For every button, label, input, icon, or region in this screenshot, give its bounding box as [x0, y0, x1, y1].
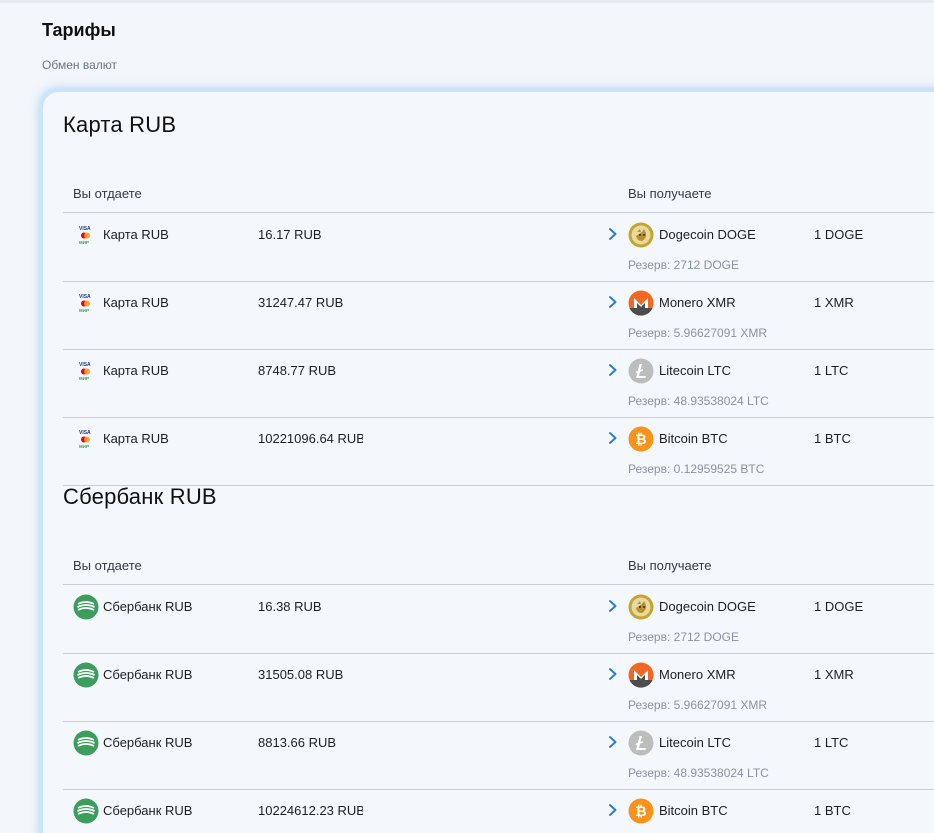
page-title: Тарифы — [42, 20, 116, 40]
reserve-text: Резерв: 48.93538024 LTC — [628, 394, 769, 408]
svg-text:VISA: VISA — [79, 430, 91, 436]
chevron-right-icon[interactable] — [607, 599, 619, 613]
source-amount: 16.17 RUB — [258, 227, 322, 242]
chevron-right-icon[interactable] — [607, 227, 619, 241]
source-amount: 10224612.23 RUB — [258, 803, 363, 818]
source-name: Сбербанк RUB — [103, 735, 193, 750]
reserve-text: Резерв: 0.12959525 BTC — [628, 462, 765, 476]
visa-mastercard-mir-icon: VISA МИР — [77, 224, 95, 248]
source-amount: 10221096.64 RUB — [258, 431, 363, 446]
litecoin-icon — [628, 358, 654, 384]
source-amount: 31505.08 RUB — [258, 667, 344, 682]
chevron-right-icon[interactable] — [607, 363, 619, 377]
svg-text:МИР: МИР — [79, 444, 89, 449]
exchange-row[interactable]: VISA МИР Карта RUB 10221096.64 RUB ₿ Bitcoin … — [63, 418, 934, 486]
target-coin-name: Bitcoin BTC — [659, 803, 728, 818]
monero-icon — [628, 662, 654, 688]
chevron-right-icon[interactable] — [607, 803, 619, 817]
chevron-right-icon[interactable] — [607, 431, 619, 445]
bitcoin-icon: ₿ — [628, 798, 654, 824]
target-coin-amount: 1 BTC — [814, 803, 851, 818]
chevron-right-icon[interactable] — [607, 667, 619, 681]
monero-icon — [628, 290, 654, 316]
source-name: Карта RUB — [103, 295, 169, 310]
exchange-row[interactable]: VISA МИР Карта RUB 8748.77 RUB Litecoin LTC 1… — [63, 350, 934, 418]
page-subtitle: Обмен валют — [42, 58, 117, 72]
dogecoin-icon — [628, 222, 654, 248]
exchange-row[interactable]: Сбербанк RUB 16.38 RUB Dogecoin DOGE 1 DOGE… — [63, 586, 934, 654]
svg-text:VISA: VISA — [79, 294, 91, 300]
sberbank-icon — [73, 730, 99, 756]
sberbank-icon — [73, 662, 99, 688]
source-amount: 8748.77 RUB — [258, 363, 337, 378]
tariffs-card: Карта RUB Вы отдаете Вы получаете VISA МИР Ка… — [43, 92, 934, 833]
reserve-text: Резерв: 2712 DOGE — [628, 258, 740, 272]
source-name: Карта RUB — [103, 431, 169, 446]
reserve-text: Резерв: 5.96627091 XMR — [628, 326, 768, 340]
svg-text:VISA: VISA — [79, 226, 91, 232]
target-coin-amount: 1 DOGE — [814, 227, 864, 242]
svg-text:₿: ₿ — [635, 431, 646, 447]
section-title: Карта RUB — [63, 112, 177, 137]
chevron-right-icon[interactable] — [607, 735, 619, 749]
dogecoin-icon — [628, 594, 654, 620]
target-coin-amount: 1 XMR — [814, 667, 854, 682]
source-name: Карта RUB — [103, 227, 169, 242]
svg-text:VISA: VISA — [79, 362, 91, 368]
visa-mastercard-mir-icon: VISA МИР — [77, 360, 95, 384]
visa-mastercard-mir-icon: VISA МИР — [77, 428, 95, 452]
sberbank-icon — [73, 594, 99, 620]
source-name: Сбербанк RUB — [103, 667, 193, 682]
top-border — [0, 0, 934, 3]
source-name: Сбербанк RUB — [103, 599, 193, 614]
target-coin-amount: 1 DOGE — [814, 599, 864, 614]
header-get: Вы получаете — [628, 186, 712, 201]
exchange-row[interactable]: Сбербанк RUB 10224612.23 RUB ₿ Bitcoin BTC 1… — [63, 790, 934, 833]
target-coin-name: Bitcoin BTC — [659, 431, 728, 446]
target-coin-name: Dogecoin DOGE — [659, 599, 756, 614]
exchange-row[interactable]: VISA МИР Карта RUB 16.17 RUB Dogecoin DOGE 1 … — [63, 214, 934, 282]
table-header: Вы отдаете Вы получаете — [63, 166, 934, 213]
exchange-row[interactable]: VISA МИР Карта RUB 31247.47 RUB Monero XMR 1 … — [63, 282, 934, 350]
table-header: Вы отдаете Вы получаете — [63, 538, 934, 585]
source-amount: 31247.47 RUB — [258, 295, 344, 310]
svg-text:₿: ₿ — [635, 803, 646, 819]
svg-text:МИР: МИР — [79, 240, 89, 245]
header-give: Вы отдаете — [73, 186, 142, 201]
target-coin-amount: 1 XMR — [814, 295, 854, 310]
target-coin-name: Monero XMR — [659, 295, 736, 310]
reserve-text: Резерв: 48.93538024 LTC — [628, 766, 769, 780]
target-coin-name: Litecoin LTC — [659, 363, 732, 378]
sberbank-icon — [73, 798, 99, 824]
bitcoin-icon: ₿ — [628, 426, 654, 452]
litecoin-icon — [628, 730, 654, 756]
target-coin-amount: 1 BTC — [814, 431, 851, 446]
source-amount: 8813.66 RUB — [258, 735, 337, 750]
header-give: Вы отдаете — [73, 558, 142, 573]
target-coin-amount: 1 LTC — [814, 735, 849, 750]
visa-mastercard-mir-icon: VISA МИР — [77, 292, 95, 316]
header-get: Вы получаете — [628, 558, 712, 573]
target-coin-name: Dogecoin DOGE — [659, 227, 756, 242]
source-amount: 16.38 RUB — [258, 599, 322, 614]
chevron-right-icon[interactable] — [607, 295, 619, 309]
exchange-row[interactable]: Сбербанк RUB 8813.66 RUB Litecoin LTC 1 LTC… — [63, 722, 934, 790]
source-name: Сбербанк RUB — [103, 803, 193, 818]
reserve-text: Резерв: 5.96627091 XMR — [628, 698, 768, 712]
svg-text:МИР: МИР — [79, 308, 89, 313]
reserve-text: Резерв: 2712 DOGE — [628, 630, 740, 644]
target-coin-name: Monero XMR — [659, 667, 736, 682]
target-coin-name: Litecoin LTC — [659, 735, 732, 750]
exchange-row[interactable]: Сбербанк RUB 31505.08 RUB Monero XMR 1 XMR Р… — [63, 654, 934, 722]
section-title: Сбербанк RUB — [63, 484, 217, 509]
target-coin-amount: 1 LTC — [814, 363, 849, 378]
source-name: Карта RUB — [103, 363, 169, 378]
svg-text:МИР: МИР — [79, 376, 89, 381]
